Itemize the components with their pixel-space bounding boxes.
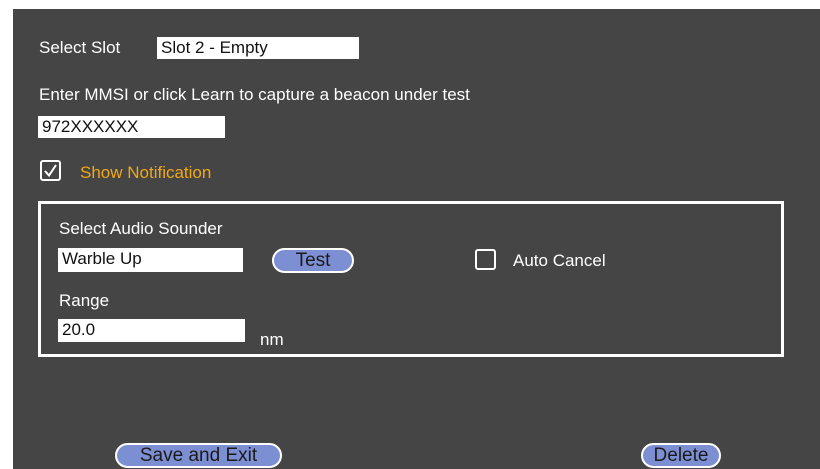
show-notification-checkbox[interactable] [40,160,61,181]
show-notification-label: Show Notification [80,163,212,182]
save-and-exit-button[interactable]: Save and Exit [115,443,282,468]
range-label: Range [59,291,110,310]
mmsi-instruction-label: Enter MMSI or click Learn to capture a b… [39,85,470,104]
delete-button[interactable]: Delete [641,443,721,468]
auto-cancel-checkbox[interactable] [475,249,496,270]
select-audio-sounder-label: Select Audio Sounder [59,219,223,238]
test-button[interactable]: Test [272,248,354,273]
slot-select[interactable]: Slot 2 - Empty [157,37,359,59]
range-unit-label: nm [260,330,284,349]
range-input[interactable]: 20.0 [58,319,245,342]
mmsi-input[interactable]: 972XXXXXX [38,116,225,138]
audio-sounder-select[interactable]: Warble Up [58,248,243,272]
checkmark-icon [44,164,57,178]
auto-cancel-label: Auto Cancel [513,251,606,270]
select-slot-label: Select Slot [39,38,121,57]
